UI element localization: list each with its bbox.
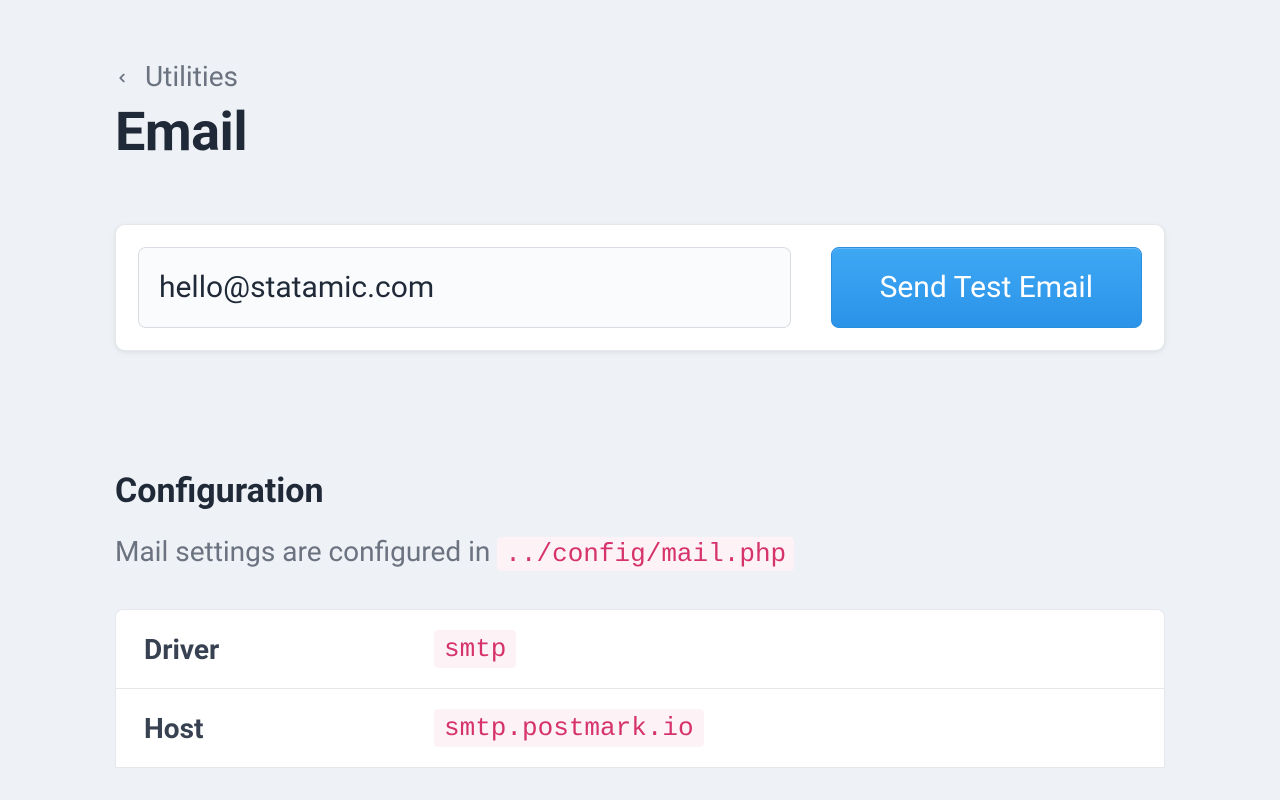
config-value-code: smtp.postmark.io xyxy=(434,709,704,747)
table-row: Host smtp.postmark.io xyxy=(116,689,1164,767)
config-value-code: smtp xyxy=(434,630,516,668)
send-test-email-card: Send Test Email xyxy=(115,224,1165,351)
configuration-section: Configuration Mail settings are configur… xyxy=(115,471,1165,768)
config-value-host: smtp.postmark.io xyxy=(434,709,1136,747)
breadcrumb[interactable]: Utilities xyxy=(115,60,1165,93)
page-title: Email xyxy=(115,101,1165,164)
configuration-path-code: ../config/mail.php xyxy=(497,537,794,571)
configuration-title: Configuration xyxy=(115,471,1165,511)
configuration-subtitle-text: Mail settings are configured in xyxy=(115,535,497,568)
breadcrumb-label: Utilities xyxy=(145,60,238,93)
table-row: Driver smtp xyxy=(116,610,1164,689)
configuration-subtitle: Mail settings are configured in ../confi… xyxy=(115,535,1165,569)
configuration-table: Driver smtp Host smtp.postmark.io xyxy=(115,609,1165,768)
config-value-driver: smtp xyxy=(434,630,1136,668)
send-test-email-button[interactable]: Send Test Email xyxy=(831,247,1142,328)
config-key-driver: Driver xyxy=(144,633,434,666)
chevron-left-icon xyxy=(115,70,129,84)
config-key-host: Host xyxy=(144,712,434,745)
email-input[interactable] xyxy=(138,247,791,328)
